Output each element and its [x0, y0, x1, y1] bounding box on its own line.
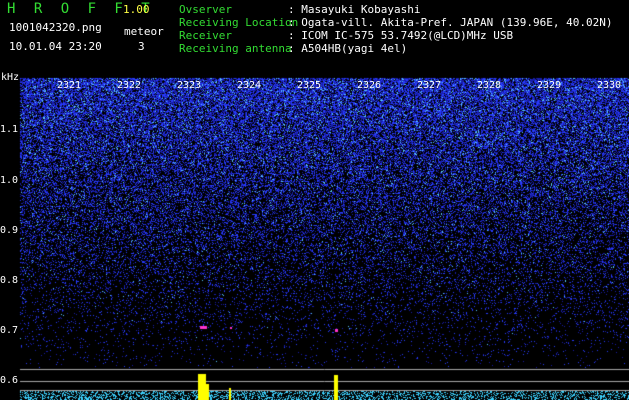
meteor-label: meteor [124, 25, 164, 38]
receiver-value: : ICOM IC-575 53.7492(@LCD)MHz USB [288, 29, 514, 42]
receiver-key: Receiver [179, 29, 232, 42]
time-label-2325: 2325 [297, 80, 322, 91]
time-label-2321: 2321 [57, 80, 82, 91]
antenna-key: Receiving antenna [179, 42, 292, 55]
observer-value: : Masayuki Kobayashi [288, 3, 421, 16]
time-label-2327: 2327 [417, 80, 442, 91]
observer-key: Ovserver [179, 3, 232, 16]
freq-label-0-9: 0.9 [0, 225, 19, 236]
app-version: 1.00 [123, 3, 150, 16]
freq-label-1-1: 1.1 [0, 124, 19, 135]
location-value: : Ogata-vill. Akita-Pref. JAPAN (139.96E… [288, 16, 613, 29]
freq-label-1-0: 1.0 [0, 175, 19, 186]
time-label-2330: 2330 [597, 80, 622, 91]
location-key: Receiving Location [179, 16, 299, 29]
meteor-count: 3 [138, 40, 145, 53]
time-label-2323: 2323 [177, 80, 202, 91]
time-label-2329: 2329 [537, 80, 562, 91]
time-label-2326: 2326 [357, 80, 382, 91]
freq-label-0-6: 0.6 [0, 375, 19, 386]
capture-datetime: 10.01.04 23:20 [9, 40, 102, 53]
file-name: 1001042320.png [9, 21, 102, 34]
antenna-value: : A504HB(yagi 4el) [288, 42, 408, 55]
time-label-2328: 2328 [477, 80, 502, 91]
time-label-2324: 2324 [237, 80, 262, 91]
spectrogram-canvas [0, 0, 629, 400]
freq-label-0-7: 0.7 [0, 325, 19, 336]
frequency-unit-label: kHz [1, 72, 20, 83]
time-label-2322: 2322 [117, 80, 142, 91]
freq-label-0-8: 0.8 [0, 275, 19, 286]
